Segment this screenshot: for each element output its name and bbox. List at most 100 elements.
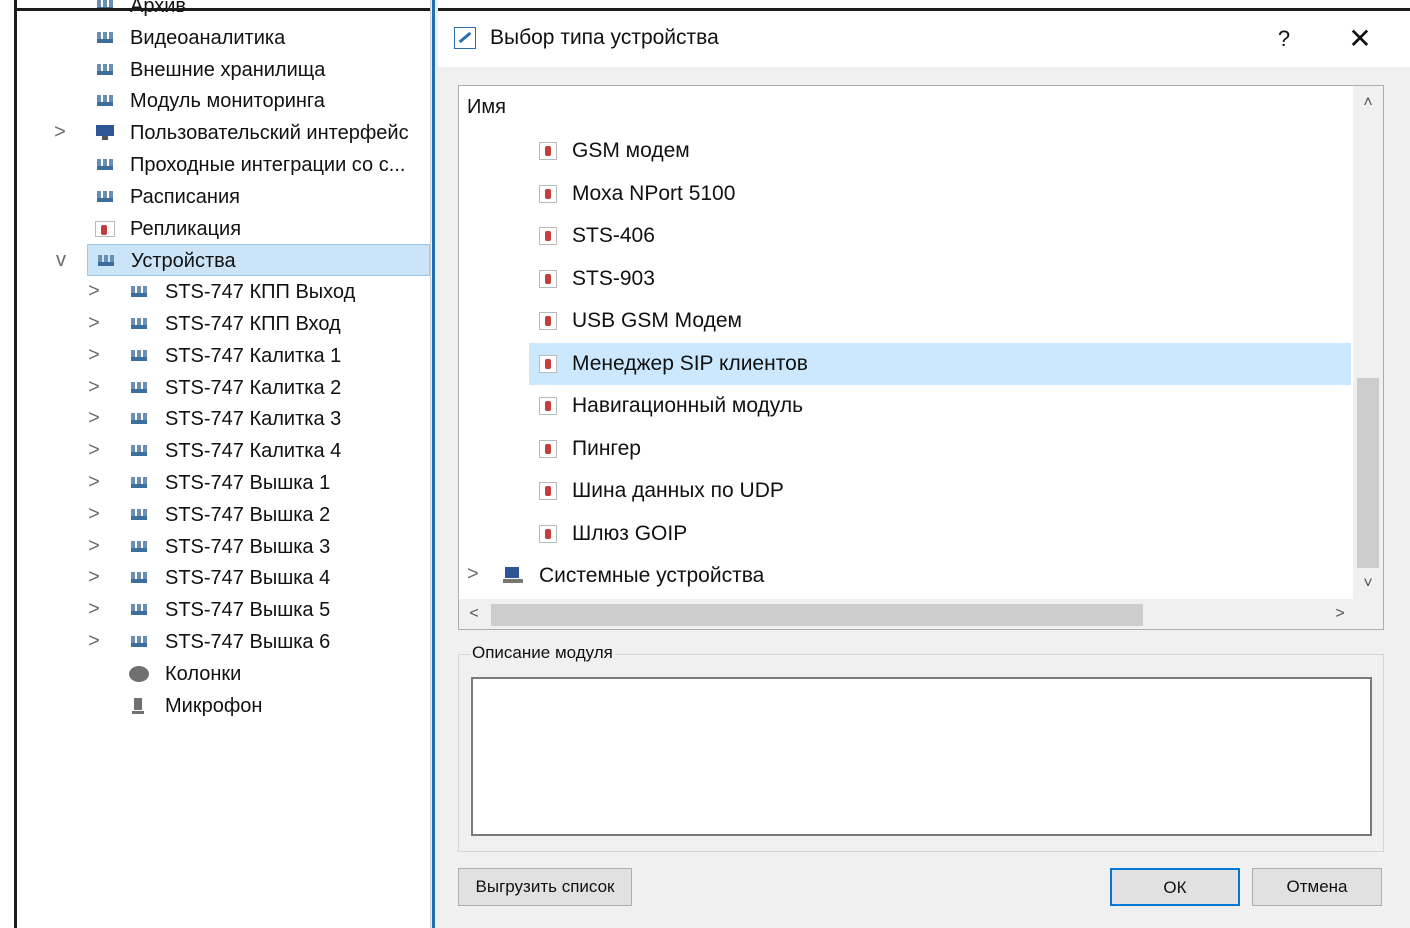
tree-item[interactable]: v Устройства bbox=[56, 244, 430, 277]
chevron-right-icon[interactable]: > bbox=[85, 279, 103, 303]
device-icon bbox=[539, 354, 557, 373]
device-type-item[interactable]: Moxa NPort 5100 bbox=[529, 173, 1351, 215]
scroll-right-icon[interactable]: > bbox=[1325, 599, 1355, 629]
scroll-down-icon[interactable]: ˅ bbox=[1353, 569, 1383, 599]
device-icon bbox=[539, 227, 557, 245]
chevron-right-icon[interactable]: > bbox=[85, 311, 103, 335]
tree-item[interactable]: Видеоаналитика bbox=[17, 22, 430, 54]
description-textarea[interactable] bbox=[471, 677, 1372, 836]
network-icon bbox=[129, 634, 149, 650]
device-type-label: Шлюз GOIP bbox=[572, 521, 688, 545]
tree-item[interactable]: Внешние хранилища bbox=[17, 54, 430, 86]
network-icon bbox=[129, 316, 149, 332]
dialog-titlebar[interactable]: Выбор типа устройства ? ✕ bbox=[438, 11, 1410, 67]
network-icon bbox=[129, 347, 149, 364]
network-icon bbox=[95, 93, 115, 110]
device-type-label: USB GSM Модем bbox=[572, 309, 742, 332]
tree-item[interactable]: Модуль мониторинга bbox=[17, 85, 430, 117]
device-type-item[interactable]: Пингер bbox=[529, 428, 1351, 470]
device-type-list[interactable]: GSM модем Moxa NPort 5100 STS-406 STS-903 US… bbox=[458, 85, 1384, 630]
scroll-up-icon[interactable]: ˄ bbox=[1353, 88, 1383, 118]
vertical-scroll-thumb[interactable] bbox=[1357, 378, 1379, 568]
device-type-item[interactable]: Шлюз GOIP bbox=[529, 513, 1351, 555]
chevron-right-icon[interactable]: > bbox=[85, 534, 103, 558]
tree-item[interactable]: Колонки bbox=[17, 658, 430, 690]
system-devices-group[interactable]: > Системные устройства bbox=[459, 555, 1349, 597]
export-list-button[interactable]: Выгрузить список bbox=[458, 868, 632, 906]
network-icon bbox=[96, 253, 116, 270]
chevron-right-icon[interactable]: > bbox=[85, 502, 103, 526]
chevron-right-icon[interactable]: > bbox=[85, 438, 103, 462]
tree-item-label: Модуль мониторинга bbox=[130, 90, 325, 113]
help-button[interactable]: ? bbox=[1264, 21, 1304, 57]
network-icon bbox=[95, 188, 115, 205]
tree-item[interactable]: > STS-747 Вышка 2 bbox=[17, 499, 430, 531]
description-label: Описание модуля bbox=[470, 642, 615, 664]
chevron-right-icon[interactable]: > bbox=[85, 565, 103, 589]
tree-item[interactable]: > STS-747 Вышка 1 bbox=[17, 467, 430, 499]
device-type-label: Менеджер SIP клиентов bbox=[572, 351, 808, 375]
device-type-item[interactable]: STS-406 bbox=[529, 215, 1351, 257]
tree-item[interactable]: Репликация bbox=[17, 213, 430, 245]
cancel-button[interactable]: Отмена bbox=[1252, 868, 1382, 906]
scroll-left-icon[interactable]: < bbox=[459, 599, 489, 629]
device-type-item[interactable]: Навигационный модуль bbox=[529, 385, 1351, 427]
tree-item[interactable]: > STS-747 Калитка 2 bbox=[17, 372, 430, 404]
network-icon bbox=[129, 284, 149, 301]
microphone-icon bbox=[129, 697, 149, 714]
close-icon[interactable]: ✕ bbox=[1336, 19, 1384, 59]
device-type-item[interactable]: GSM модем bbox=[529, 130, 1351, 172]
chevron-right-icon[interactable]: > bbox=[85, 597, 103, 621]
tree-item[interactable]: > Пользовательский интерфейс bbox=[17, 117, 430, 149]
device-type-item[interactable]: STS-903 bbox=[529, 258, 1351, 300]
column-header-name[interactable]: Имя bbox=[467, 94, 506, 120]
dialog-title: Выбор типа устройства bbox=[490, 26, 719, 49]
chevron-right-icon[interactable]: > bbox=[51, 120, 69, 144]
horizontal-scroll-thumb[interactable] bbox=[491, 604, 1143, 626]
device-icon bbox=[95, 220, 115, 237]
device-type-item[interactable]: USB GSM Модем bbox=[529, 300, 1351, 342]
device-type-item[interactable]: Шина данных по UDP bbox=[529, 470, 1351, 512]
ok-button[interactable]: ОК bbox=[1110, 868, 1240, 906]
tree-item[interactable]: > STS-747 Калитка 3 bbox=[17, 403, 430, 435]
device-type-label: Навигационный модуль bbox=[572, 394, 804, 417]
chevron-down-icon[interactable]: v bbox=[52, 248, 70, 272]
tree-item[interactable]: > STS-747 Вышка 4 bbox=[17, 562, 430, 594]
device-type-label: STS-903 bbox=[572, 266, 655, 290]
tree-item[interactable]: > STS-747 Вышка 6 bbox=[17, 626, 430, 658]
device-type-item[interactable]: Менеджер SIP клиентов bbox=[529, 342, 1351, 385]
tree-item[interactable]: > STS-747 Калитка 1 bbox=[17, 340, 430, 372]
chevron-right-icon[interactable]: > bbox=[85, 406, 103, 430]
chevron-right-icon[interactable]: > bbox=[85, 375, 103, 399]
tree-item[interactable]: Микрофон bbox=[17, 690, 430, 722]
device-tree[interactable]: Архив Видеоаналитика Внешние хранилища Моду… bbox=[17, 0, 430, 928]
network-icon bbox=[95, 29, 115, 46]
tree-item-label: STS-747 Вышка 4 bbox=[165, 567, 331, 590]
window-edge bbox=[0, 0, 8, 928]
network-icon bbox=[129, 379, 149, 396]
horizontal-scrollbar[interactable]: < > bbox=[459, 599, 1383, 629]
tree-item[interactable]: > STS-747 КПП Выход bbox=[17, 276, 430, 308]
vertical-scrollbar[interactable]: ˄ ˅ bbox=[1353, 86, 1383, 601]
chevron-right-icon[interactable]: > bbox=[85, 343, 103, 367]
tree-item[interactable]: Расписания bbox=[17, 181, 430, 213]
tree-item[interactable]: Архив bbox=[17, 0, 430, 22]
tree-item[interactable]: > STS-747 Вышка 3 bbox=[17, 531, 430, 563]
tree-item-label: Микрофон bbox=[165, 694, 263, 717]
tree-item[interactable]: Проходные интеграции со с... bbox=[17, 149, 430, 181]
chevron-right-icon[interactable]: > bbox=[85, 629, 103, 653]
chevron-right-icon[interactable]: > bbox=[467, 563, 479, 586]
tree-item-label: STS-747 Вышка 6 bbox=[165, 631, 331, 653]
tree-item[interactable]: > STS-747 КПП Вход bbox=[17, 308, 430, 340]
tree-item-label: STS-747 Калитка 4 bbox=[165, 440, 342, 463]
tree-item[interactable]: > STS-747 Вышка 5 bbox=[17, 594, 430, 626]
tree-item-label: STS-747 Вышка 2 bbox=[165, 503, 331, 526]
sort-indicator-icon: ˇ bbox=[1019, 85, 1025, 100]
tree-item-label: Видеоаналитика bbox=[130, 26, 286, 49]
tree-item[interactable]: > STS-747 Калитка 4 bbox=[17, 435, 430, 467]
network-icon bbox=[95, 0, 115, 14]
pane-splitter[interactable] bbox=[430, 0, 438, 928]
tree-item-label: STS-747 Вышка 5 bbox=[165, 599, 331, 622]
device-icon bbox=[539, 142, 557, 160]
chevron-right-icon[interactable]: > bbox=[85, 470, 103, 494]
